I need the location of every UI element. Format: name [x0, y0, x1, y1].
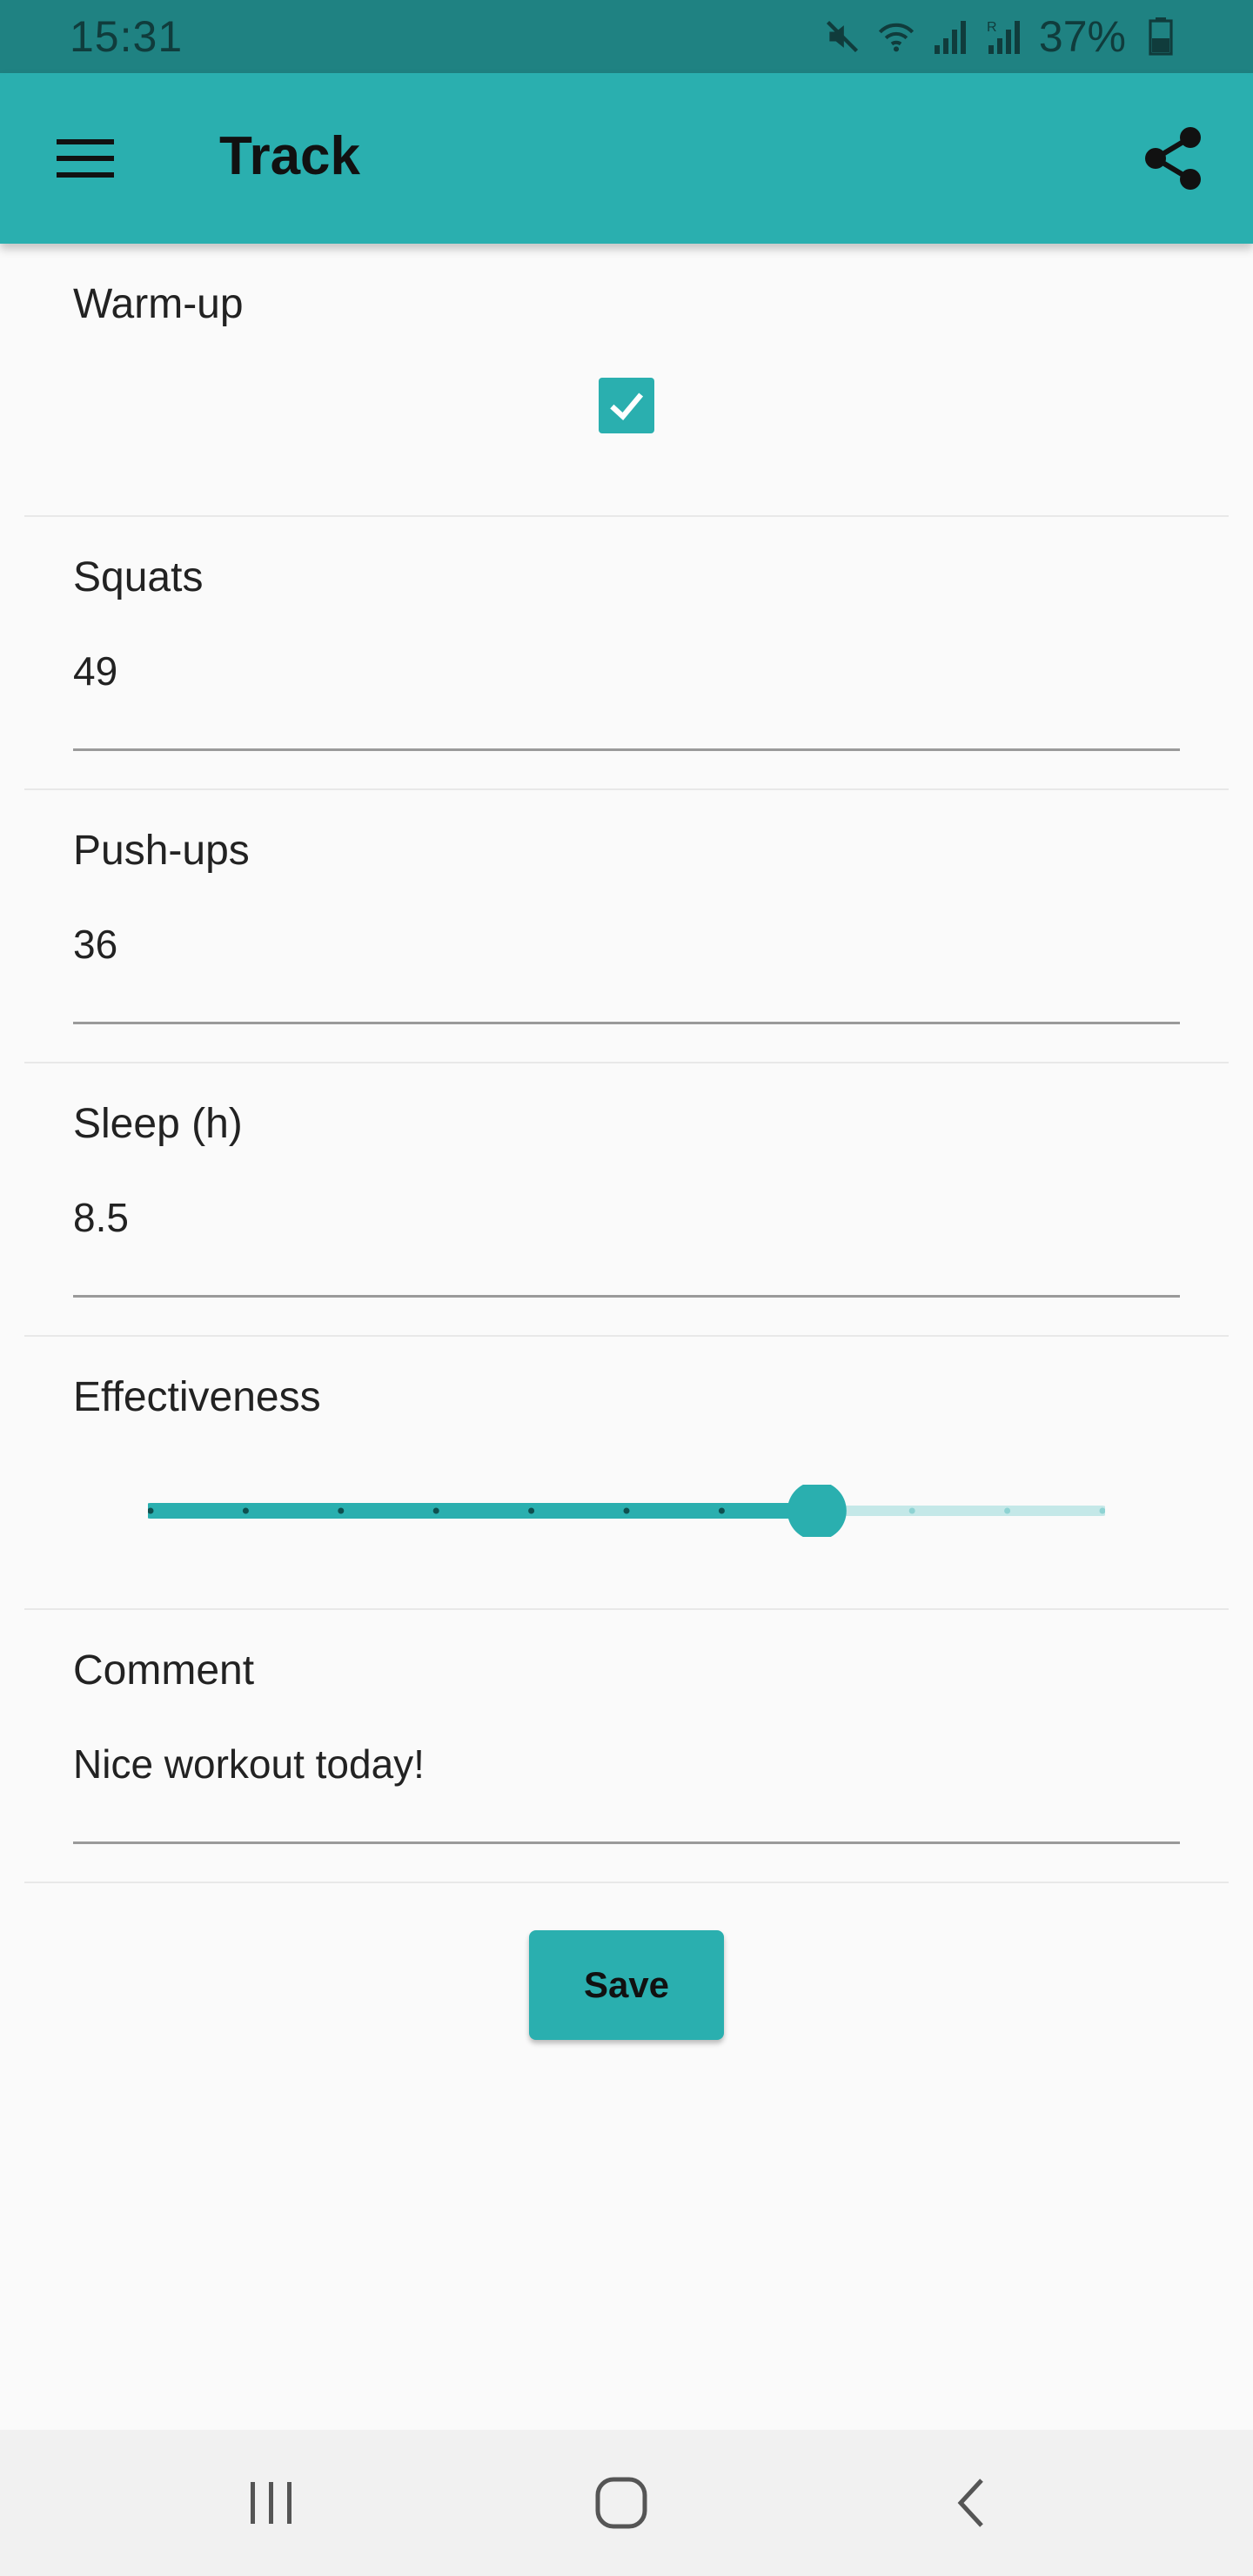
hamburger-menu-icon — [57, 139, 114, 178]
slider-tick — [528, 1507, 535, 1514]
page-title: Track — [219, 126, 361, 186]
effectiveness-label: Effectiveness — [73, 1374, 321, 1420]
system-nav-bar — [0, 2430, 1253, 2576]
home-button[interactable] — [578, 2468, 665, 2538]
effectiveness-slider[interactable] — [148, 1485, 1105, 1537]
slider-tick — [623, 1507, 630, 1514]
share-button[interactable] — [1136, 122, 1209, 195]
share-icon — [1145, 127, 1201, 190]
sleep-underline — [73, 1295, 1180, 1298]
status-time: 15:31 — [70, 12, 184, 61]
save-button[interactable]: Save — [529, 1930, 724, 2040]
slider-tick — [432, 1507, 439, 1514]
recent-apps-button[interactable] — [228, 2468, 315, 2538]
save-row: Save — [0, 1930, 1253, 2040]
wifi-icon — [877, 17, 915, 56]
status-icons: R 37% — [823, 11, 1180, 62]
pushups-section: Push-ups 36 — [24, 790, 1229, 1063]
signal-icon — [931, 17, 969, 56]
comment-underline — [73, 1841, 1180, 1844]
comment-input[interactable]: Nice workout today! — [73, 1741, 425, 1788]
checkmark-icon — [610, 392, 644, 421]
pushups-label: Push-ups — [73, 828, 250, 874]
slider-tick — [718, 1507, 725, 1514]
pushups-underline — [73, 1022, 1180, 1024]
recent-apps-icon — [251, 2482, 291, 2524]
squats-underline — [73, 748, 1180, 751]
comment-label: Comment — [73, 1647, 255, 1694]
home-icon — [595, 2477, 647, 2529]
slider-tick — [338, 1507, 345, 1514]
effectiveness-section: Effectiveness — [24, 1337, 1229, 1610]
mute-icon — [823, 17, 861, 56]
battery-percent: 37% — [1038, 12, 1126, 61]
comment-section: Comment Nice workout today! — [24, 1610, 1229, 1883]
back-icon — [957, 2479, 983, 2527]
sleep-label: Sleep (h) — [73, 1101, 243, 1147]
app-bar: Track — [0, 73, 1253, 244]
slider-tick — [908, 1507, 915, 1514]
pushups-input[interactable]: 36 — [73, 921, 117, 968]
svg-text:R: R — [987, 20, 997, 35]
slider-thumb[interactable] — [787, 1485, 847, 1537]
sleep-input[interactable]: 8.5 — [73, 1194, 129, 1241]
menu-button[interactable] — [52, 127, 118, 190]
squats-section: Squats 49 — [24, 517, 1229, 790]
squats-label: Squats — [73, 554, 204, 600]
battery-icon — [1142, 17, 1180, 56]
track-form: Warm-up Squats 49 Push-ups 36 Sleep (h) … — [0, 244, 1253, 1883]
roaming-signal-icon: R — [985, 17, 1023, 56]
squats-input[interactable]: 49 — [73, 647, 117, 694]
warmup-checkbox[interactable] — [599, 378, 654, 433]
slider-tick — [1004, 1507, 1011, 1514]
slider-tick — [242, 1507, 249, 1514]
back-button[interactable] — [928, 2468, 1015, 2538]
status-bar: 15:31 R 37% — [0, 0, 1253, 73]
sleep-section: Sleep (h) 8.5 — [24, 1063, 1229, 1337]
warmup-label: Warm-up — [73, 281, 244, 327]
warmup-section: Warm-up — [24, 244, 1229, 517]
